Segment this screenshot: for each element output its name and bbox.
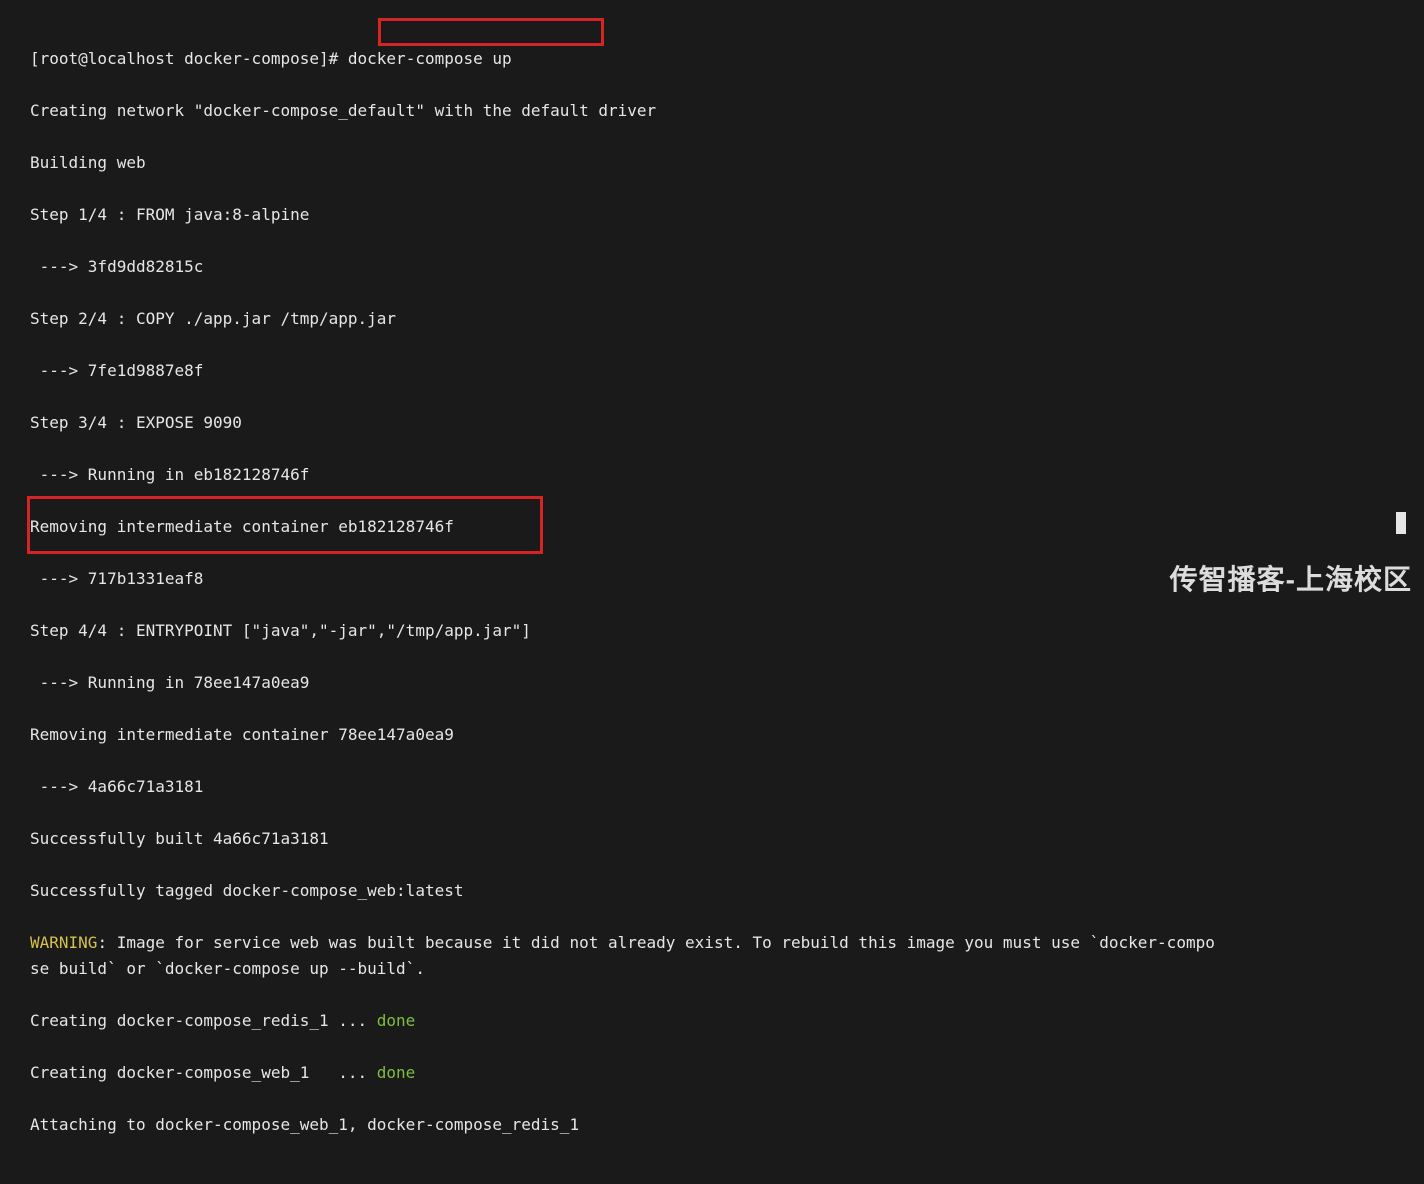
text-cursor <box>1396 512 1406 534</box>
output-line: Step 4/4 : ENTRYPOINT ["java","-jar","/t… <box>30 618 1394 644</box>
creating-web-line: Creating docker-compose_web_1 ... done <box>30 1060 1394 1086</box>
typed-command: docker-compose up <box>348 49 512 68</box>
output-line: Removing intermediate container 78ee147a… <box>30 722 1394 748</box>
warning-line: WARNING: Image for service web was built… <box>30 930 1394 982</box>
creating-web-prefix: Creating docker-compose_web_1 ... <box>30 1063 377 1082</box>
attach-line: Attaching to docker-compose_web_1, docke… <box>30 1112 1394 1138</box>
shell-prompt: [root@localhost docker-compose]# <box>30 49 348 68</box>
terminal-output[interactable]: [root@localhost docker-compose]# docker-… <box>0 0 1424 1184</box>
output-line: Successfully built 4a66c71a3181 <box>30 826 1394 852</box>
output-line: Step 1/4 : FROM java:8-alpine <box>30 202 1394 228</box>
warning-text: : Image for service web was built becaus… <box>30 933 1215 978</box>
output-line: ---> 7fe1d9887e8f <box>30 358 1394 384</box>
creating-redis-line: Creating docker-compose_redis_1 ... done <box>30 1008 1394 1034</box>
output-line: Step 3/4 : EXPOSE 9090 <box>30 410 1394 436</box>
output-line: ---> 3fd9dd82815c <box>30 254 1394 280</box>
output-line: Removing intermediate container eb182128… <box>30 514 1394 540</box>
output-line: Successfully tagged docker-compose_web:l… <box>30 878 1394 904</box>
output-line: ---> Running in 78ee147a0ea9 <box>30 670 1394 696</box>
output-line: Building web <box>30 150 1394 176</box>
warning-label: WARNING <box>30 933 97 952</box>
done-status: done <box>377 1011 416 1030</box>
done-status: done <box>377 1063 416 1082</box>
output-line: Step 2/4 : COPY ./app.jar /tmp/app.jar <box>30 306 1394 332</box>
output-line: Creating network "docker-compose_default… <box>30 98 1394 124</box>
output-line: ---> 717b1331eaf8 <box>30 566 1394 592</box>
creating-redis-prefix: Creating docker-compose_redis_1 ... <box>30 1011 377 1030</box>
output-line: ---> Running in eb182128746f <box>30 462 1394 488</box>
output-line: ---> 4a66c71a3181 <box>30 774 1394 800</box>
prompt-line: [root@localhost docker-compose]# docker-… <box>30 46 1394 72</box>
